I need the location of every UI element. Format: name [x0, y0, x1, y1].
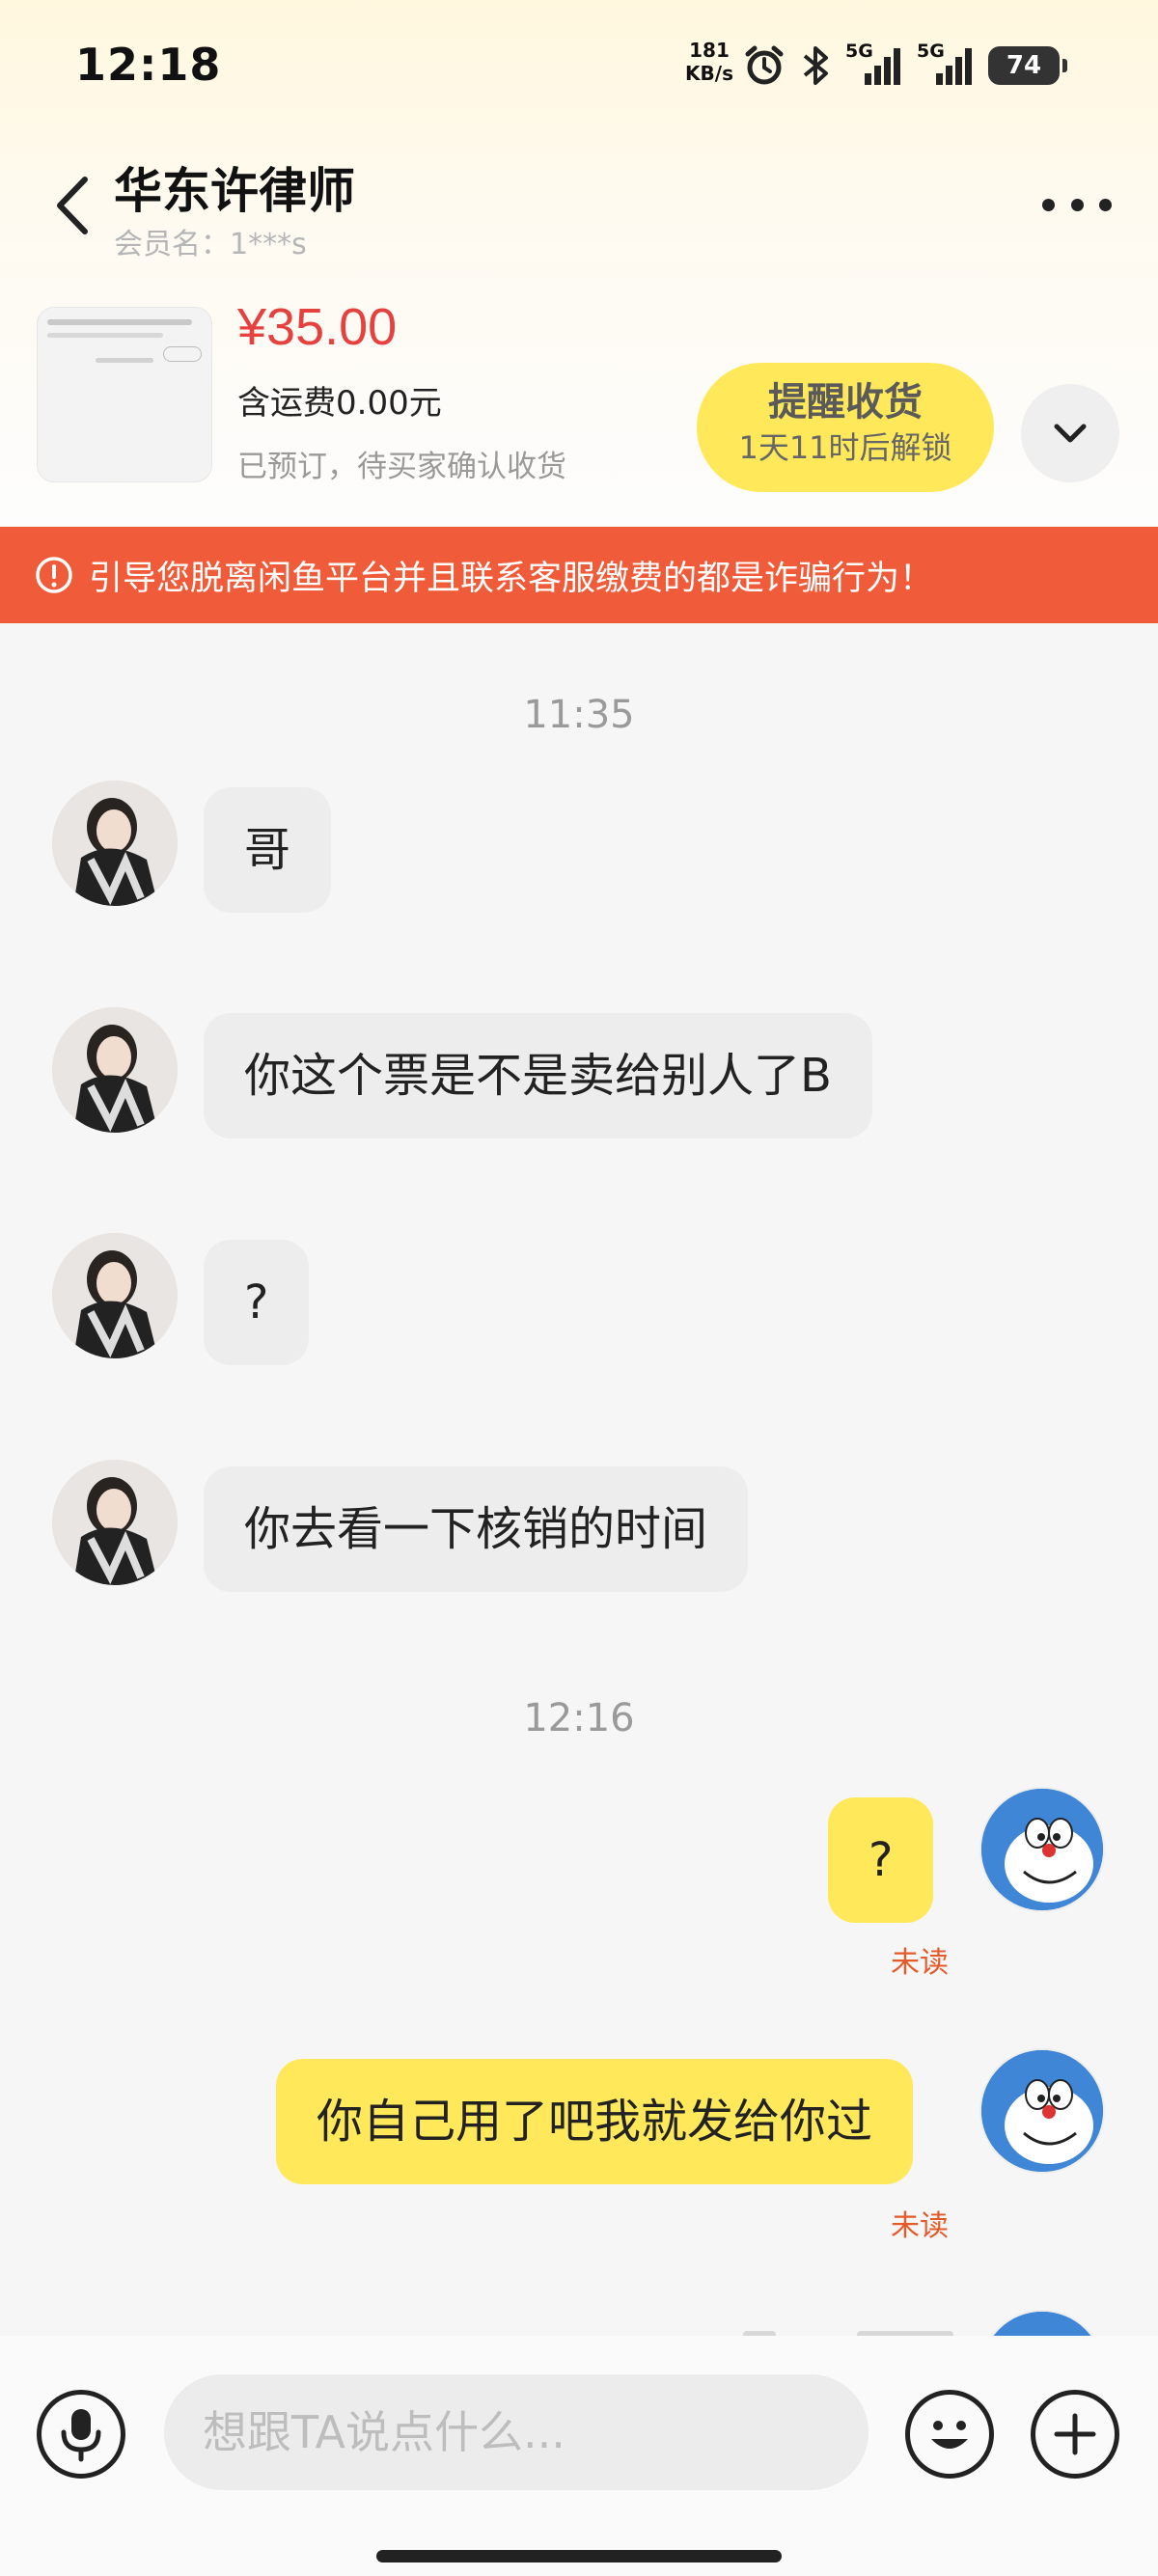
cellular-signal-icon [936, 48, 972, 85]
product-price: ¥35.00 [237, 298, 398, 356]
chat-title: 华东许律师 [114, 163, 355, 219]
message-bubble[interactable]: 你这个票是不是卖给别人了B [204, 1013, 872, 1138]
remind-button-label: 提醒收货 [768, 380, 923, 425]
message-bubble[interactable]: 你自己用了吧我就发给你过 [276, 2059, 914, 2184]
warning-text: 引导您脱离闲鱼平台并且联系客服缴费的都是诈骗行为！ [89, 559, 934, 598]
contact-avatar[interactable] [52, 1460, 178, 1585]
contact-avatar[interactable] [52, 1007, 178, 1133]
alert-icon [36, 557, 72, 593]
unread-status: 未读 [891, 1946, 949, 1980]
message-input[interactable] [164, 2374, 868, 2490]
product-thumbnail[interactable] [37, 307, 212, 482]
remind-button-countdown: 1天11时后解锁 [738, 429, 952, 466]
alarm-icon [745, 45, 784, 85]
message-bubble[interactable]: 你去看一下核销的时间 [204, 1466, 749, 1592]
my-avatar[interactable] [979, 2048, 1105, 2174]
cellular-signal-icon [865, 48, 900, 85]
home-indicator[interactable] [376, 2550, 782, 2562]
network-speed-unit: KB/s [685, 62, 733, 85]
contact-avatar[interactable] [52, 781, 178, 906]
timestamp: 12:16 [523, 1696, 635, 1740]
member-name: 会员名：1***s [114, 228, 307, 261]
my-avatar[interactable] [979, 2310, 1105, 2336]
battery-level: 74 [1006, 51, 1042, 80]
voice-button[interactable] [37, 2390, 125, 2479]
microphone-icon [61, 2409, 101, 2462]
expand-button[interactable] [1021, 384, 1119, 482]
emoji-button[interactable] [905, 2390, 994, 2479]
remind-receipt-button[interactable]: 提醒收货 1天11时后解锁 [697, 363, 994, 492]
chevron-down-icon [1054, 424, 1087, 443]
back-arrow-icon[interactable] [50, 174, 96, 237]
status-time: 12:18 [75, 39, 222, 91]
timestamp: 11:35 [523, 693, 635, 737]
bluetooth-icon [803, 46, 828, 85]
shipping-fee: 含运费0.00元 [237, 384, 442, 423]
plus-icon [1054, 2413, 1096, 2455]
more-actions-button[interactable] [1031, 2390, 1119, 2479]
input-bar [0, 2336, 1158, 2576]
my-avatar[interactable] [979, 1787, 1105, 1912]
signal-1: 5G [845, 41, 903, 87]
battery-icon: 74 [988, 46, 1067, 85]
message-bubble[interactable]: ? [828, 1797, 934, 1923]
message-bubble[interactable]: ? [204, 1240, 310, 1365]
order-status: 已预订，待买家确认收货 [237, 450, 566, 484]
contact-avatar[interactable] [52, 1233, 178, 1358]
network-speed-value: 181 [689, 39, 730, 62]
chat-area[interactable]: 11:35 哥 你这个票是不是卖给别人了B ? 你去看一下核销的时间 12:16… [0, 623, 1158, 2336]
signal-2: 5G [917, 41, 975, 87]
unread-status: 未读 [891, 2209, 949, 2243]
more-options-icon[interactable] [1042, 185, 1112, 224]
status-icons: 5G 5G 74 [743, 39, 1067, 93]
smiley-icon [931, 2421, 968, 2449]
fraud-warning-banner: 引导您脱离闲鱼平台并且联系客服缴费的都是诈骗行为！ [0, 527, 1158, 623]
message-bubble[interactable]: 哥 [204, 787, 332, 913]
status-bar: 12:18 181 KB/s 5G 5G 74 [0, 0, 1158, 130]
network-speed: 181 KB/s [681, 39, 737, 85]
